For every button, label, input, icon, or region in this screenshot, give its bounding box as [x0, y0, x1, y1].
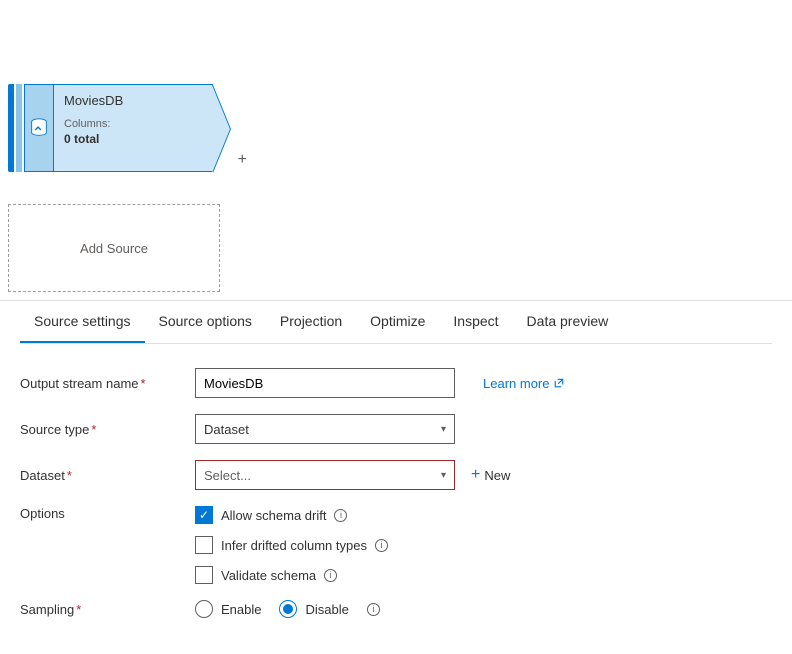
output-stream-input[interactable] — [195, 368, 455, 398]
checkbox-infer[interactable] — [195, 536, 213, 554]
tab-projection[interactable]: Projection — [266, 301, 356, 343]
checkbox-allow-drift[interactable]: ✓ — [195, 506, 213, 524]
options-column: ✓ Allow schema drift i Infer drifted col… — [195, 506, 388, 584]
tab-inspect[interactable]: Inspect — [439, 301, 512, 343]
new-label: New — [484, 468, 510, 483]
external-link-icon — [553, 377, 565, 389]
tab-data-preview[interactable]: Data preview — [513, 301, 623, 343]
infer-label: Infer drifted column types — [221, 538, 367, 553]
node-columns-label: Columns: — [64, 118, 202, 130]
settings-panel: Source settings Source options Projectio… — [0, 300, 792, 654]
checkbox-validate[interactable] — [195, 566, 213, 584]
disable-label: Disable — [305, 602, 348, 617]
label-source-type: Source type* — [20, 422, 195, 437]
row-source-type: Source type* Dataset ▾ — [20, 414, 772, 444]
add-source-button[interactable]: Add Source — [8, 204, 220, 292]
form: Output stream name* Learn more Source ty… — [20, 344, 772, 618]
info-icon[interactable]: i — [367, 603, 380, 616]
enable-label: Enable — [221, 602, 261, 617]
node-left-accent-2 — [16, 84, 22, 172]
node-body: MoviesDB Columns: 0 total + — [54, 84, 213, 172]
option-infer-types: Infer drifted column types i — [195, 536, 388, 554]
allow-drift-label: Allow schema drift — [221, 508, 326, 523]
node-arrow — [212, 85, 230, 173]
row-options: Options ✓ Allow schema drift i Infer dri… — [20, 506, 772, 584]
tab-source-options[interactable]: Source options — [145, 301, 266, 343]
option-allow-schema-drift: ✓ Allow schema drift i — [195, 506, 388, 524]
dataset-select[interactable]: Select... ▾ — [195, 460, 455, 490]
info-icon[interactable]: i — [324, 569, 337, 582]
row-dataset: Dataset* Select... ▾ + New — [20, 460, 772, 490]
row-sampling: Sampling* Enable Disable i — [20, 600, 772, 618]
label-sampling: Sampling* — [20, 602, 195, 617]
row-output-name: Output stream name* Learn more — [20, 368, 772, 398]
add-source-label: Add Source — [80, 241, 148, 256]
flow-canvas: MoviesDB Columns: 0 total + Add Source — [0, 0, 792, 300]
tab-optimize[interactable]: Optimize — [356, 301, 439, 343]
source-type-select[interactable]: Dataset ▾ — [195, 414, 455, 444]
dataset-placeholder: Select... — [204, 468, 251, 483]
label-options: Options — [20, 506, 195, 521]
node-left-accent — [8, 84, 14, 172]
radio-enable[interactable] — [195, 600, 213, 618]
chevron-down-icon: ▾ — [441, 470, 446, 481]
label-dataset: Dataset* — [20, 468, 195, 483]
node-columns-stat: 0 total — [64, 132, 202, 146]
chevron-down-icon: ▾ — [441, 424, 446, 435]
source-type-value: Dataset — [204, 422, 249, 437]
new-dataset-button[interactable]: + New — [471, 466, 510, 484]
source-node-moviesdb[interactable]: MoviesDB Columns: 0 total + — [8, 84, 213, 172]
radio-disable[interactable] — [279, 600, 297, 618]
tab-source-settings[interactable]: Source settings — [20, 301, 145, 343]
label-output-name: Output stream name* — [20, 376, 195, 391]
node-title: MoviesDB — [64, 93, 202, 108]
learn-more-link[interactable]: Learn more — [483, 376, 565, 391]
tab-bar: Source settings Source options Projectio… — [20, 301, 772, 344]
learn-more-label: Learn more — [483, 376, 549, 391]
option-validate-schema: Validate schema i — [195, 566, 388, 584]
info-icon[interactable]: i — [375, 539, 388, 552]
add-step-button[interactable]: + — [238, 151, 247, 169]
info-icon[interactable]: i — [334, 509, 347, 522]
database-icon — [24, 84, 54, 172]
sampling-radio-group: Enable Disable i — [195, 600, 380, 618]
validate-label: Validate schema — [221, 568, 316, 583]
plus-icon: + — [471, 466, 480, 484]
